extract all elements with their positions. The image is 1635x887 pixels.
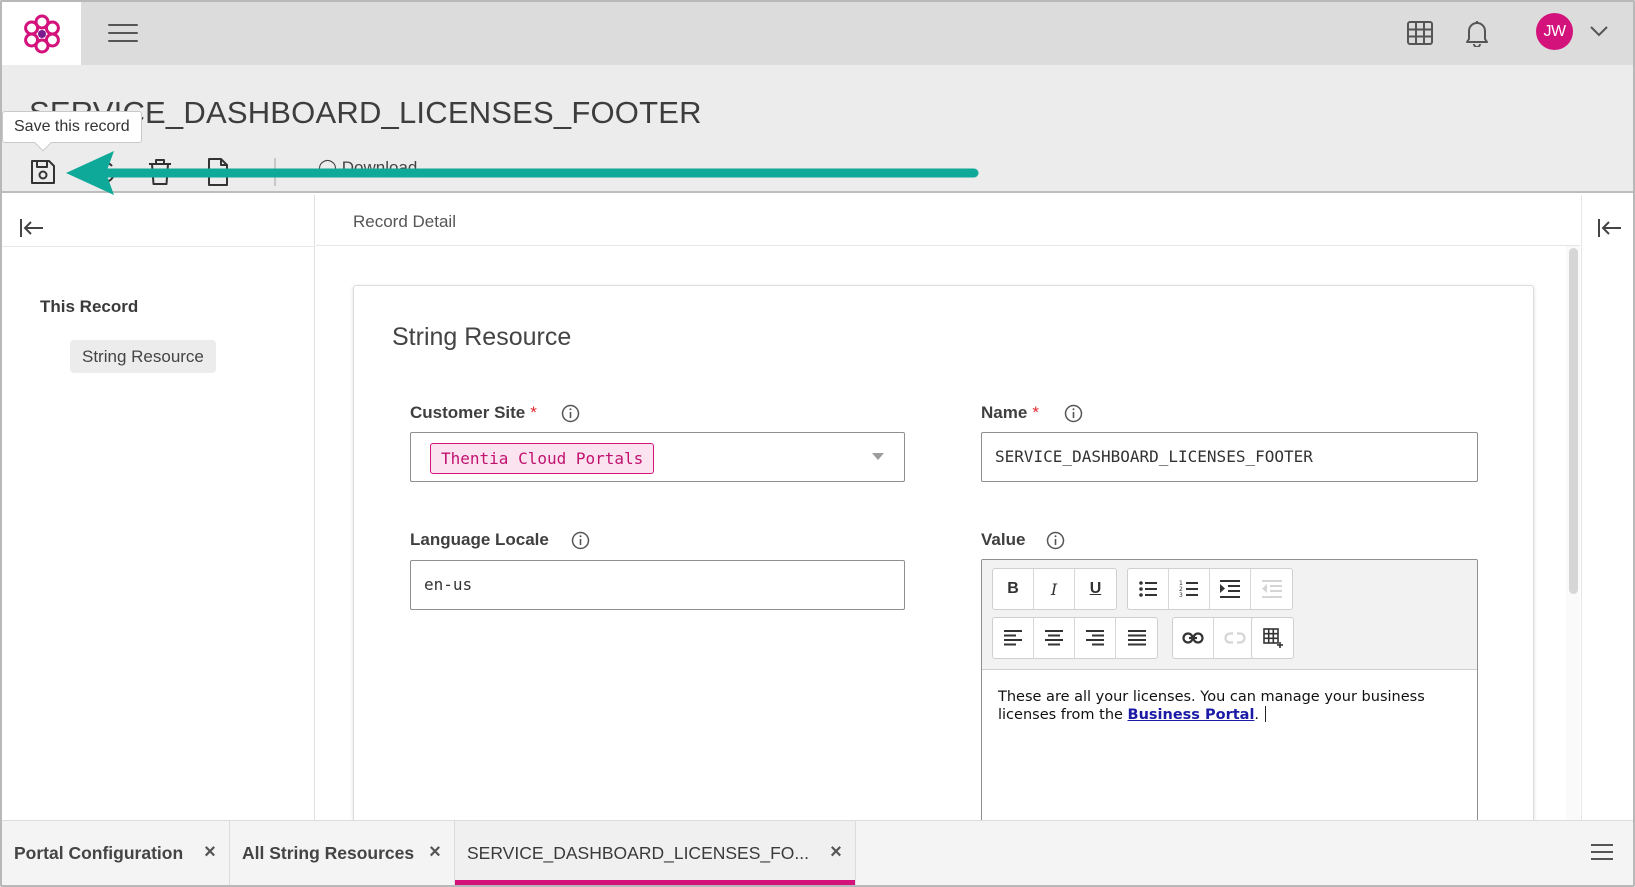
align-justify-button[interactable] <box>1116 618 1157 658</box>
avatar[interactable]: JW <box>1536 13 1573 50</box>
close-icon[interactable]: × <box>827 842 845 862</box>
link-group <box>1172 617 1256 659</box>
bold-button[interactable]: B <box>993 569 1034 609</box>
bell-icon[interactable] <box>1462 18 1492 48</box>
save-tooltip: Save this record <box>2 111 142 143</box>
bottom-tab-bar: Portal Configuration × All String Resour… <box>2 820 1633 886</box>
flower-logo-icon <box>23 14 60 53</box>
unlink-button[interactable] <box>1214 618 1255 658</box>
customer-site-label: Customer Site * <box>410 403 537 423</box>
chevron-down-icon[interactable] <box>1588 21 1610 41</box>
editor-content[interactable]: These are all your licenses. You can man… <box>998 688 1458 724</box>
required-mark: * <box>1032 403 1039 422</box>
app-logo[interactable] <box>2 2 81 65</box>
unlink-icon <box>1223 632 1246 644</box>
record-detail-header: Record Detail <box>316 195 1580 246</box>
info-icon[interactable] <box>561 404 580 423</box>
numbered-list-button[interactable]: 123 <box>1169 569 1210 609</box>
insert-table-button[interactable] <box>1252 618 1293 658</box>
card-title: String Resource <box>392 323 572 351</box>
outdent-icon <box>1261 580 1282 598</box>
info-icon[interactable] <box>571 531 590 550</box>
numbered-list-icon: 123 <box>1179 580 1198 598</box>
customer-site-label-text: Customer Site <box>410 403 526 422</box>
hamburger-icon[interactable] <box>108 18 138 48</box>
tab-all-string-resources[interactable]: All String Resources × <box>230 821 455 886</box>
tabs-menu-icon[interactable] <box>1591 841 1613 863</box>
annotation-arrow <box>66 151 979 195</box>
editor-toolbar: B I U 123 <box>982 560 1477 670</box>
this-record-heading: This Record <box>40 297 139 316</box>
align-right-icon <box>1086 630 1104 646</box>
indent-button[interactable] <box>1210 569 1251 609</box>
right-panel <box>1581 195 1633 820</box>
required-mark: * <box>530 403 537 422</box>
name-label: Name * <box>981 403 1039 423</box>
svg-text:3: 3 <box>1179 592 1183 598</box>
left-divider <box>2 246 315 247</box>
info-icon[interactable] <box>1046 531 1065 550</box>
align-left-icon <box>1004 630 1022 646</box>
left-panel: This Record String Resource <box>2 195 315 820</box>
align-center-button[interactable] <box>1034 618 1075 658</box>
align-group <box>992 617 1158 659</box>
value-text-end: . <box>1254 707 1260 723</box>
avatar-initials: JW <box>1543 22 1566 40</box>
insert-link-button[interactable] <box>1173 618 1214 658</box>
tab-label: SERVICE_DASHBOARD_LICENSES_FO... <box>467 843 810 863</box>
customer-site-select[interactable]: Thentia Cloud Portals <box>410 432 905 482</box>
align-right-button[interactable] <box>1075 618 1116 658</box>
value-rich-text-editor[interactable]: B I U 123 These are all your licenses. Y… <box>981 559 1478 845</box>
language-locale-label: Language Locale <box>410 530 549 549</box>
caret-down-icon[interactable] <box>872 453 884 460</box>
close-icon[interactable]: × <box>201 842 219 862</box>
table-icon <box>1262 628 1283 648</box>
nav-item-string-resource[interactable]: String Resource <box>70 340 216 373</box>
align-justify-icon <box>1127 630 1146 646</box>
scrollbar[interactable] <box>1566 246 1580 820</box>
indent-icon <box>1220 580 1240 598</box>
format-group: B I U <box>992 568 1117 610</box>
close-icon[interactable]: × <box>426 842 444 862</box>
list-group: 123 <box>1127 568 1293 610</box>
name-label-text: Name <box>981 403 1028 422</box>
underline-button[interactable]: U <box>1075 569 1116 609</box>
italic-button[interactable]: I <box>1034 569 1075 609</box>
language-locale-input[interactable]: en-us <box>410 560 905 610</box>
top-bar: JW <box>0 0 1635 65</box>
link-icon <box>1182 632 1204 644</box>
tab-service-dashboard-licenses-footer[interactable]: SERVICE_DASHBOARD_LICENSES_FO... × <box>455 821 856 886</box>
business-portal-link[interactable]: Business Portal <box>1128 707 1255 723</box>
save-button[interactable] <box>27 156 59 188</box>
info-icon[interactable] <box>1064 404 1083 423</box>
align-center-icon <box>1045 630 1063 646</box>
grid-icon[interactable] <box>1405 18 1435 48</box>
bullet-list-button[interactable] <box>1128 569 1169 609</box>
collapse-right-icon[interactable] <box>1596 215 1624 241</box>
align-left-button[interactable] <box>993 618 1034 658</box>
tab-label: All String Resources <box>242 843 415 863</box>
save-icon <box>31 160 55 184</box>
tab-label: Portal Configuration <box>14 843 184 863</box>
scrollbar-thumb[interactable] <box>1569 248 1578 594</box>
outdent-button[interactable] <box>1251 569 1292 609</box>
collapse-left-icon[interactable] <box>18 215 46 241</box>
tab-portal-configuration[interactable]: Portal Configuration × <box>2 821 230 886</box>
customer-site-tag[interactable]: Thentia Cloud Portals <box>430 443 655 474</box>
record-detail-title: Record Detail <box>353 212 456 231</box>
table-group <box>1251 617 1294 659</box>
value-label: Value <box>981 530 1026 549</box>
name-input[interactable]: SERVICE_DASHBOARD_LICENSES_FOOTER <box>981 432 1478 482</box>
text-cursor <box>1265 706 1267 722</box>
bullet-list-icon <box>1139 581 1157 597</box>
